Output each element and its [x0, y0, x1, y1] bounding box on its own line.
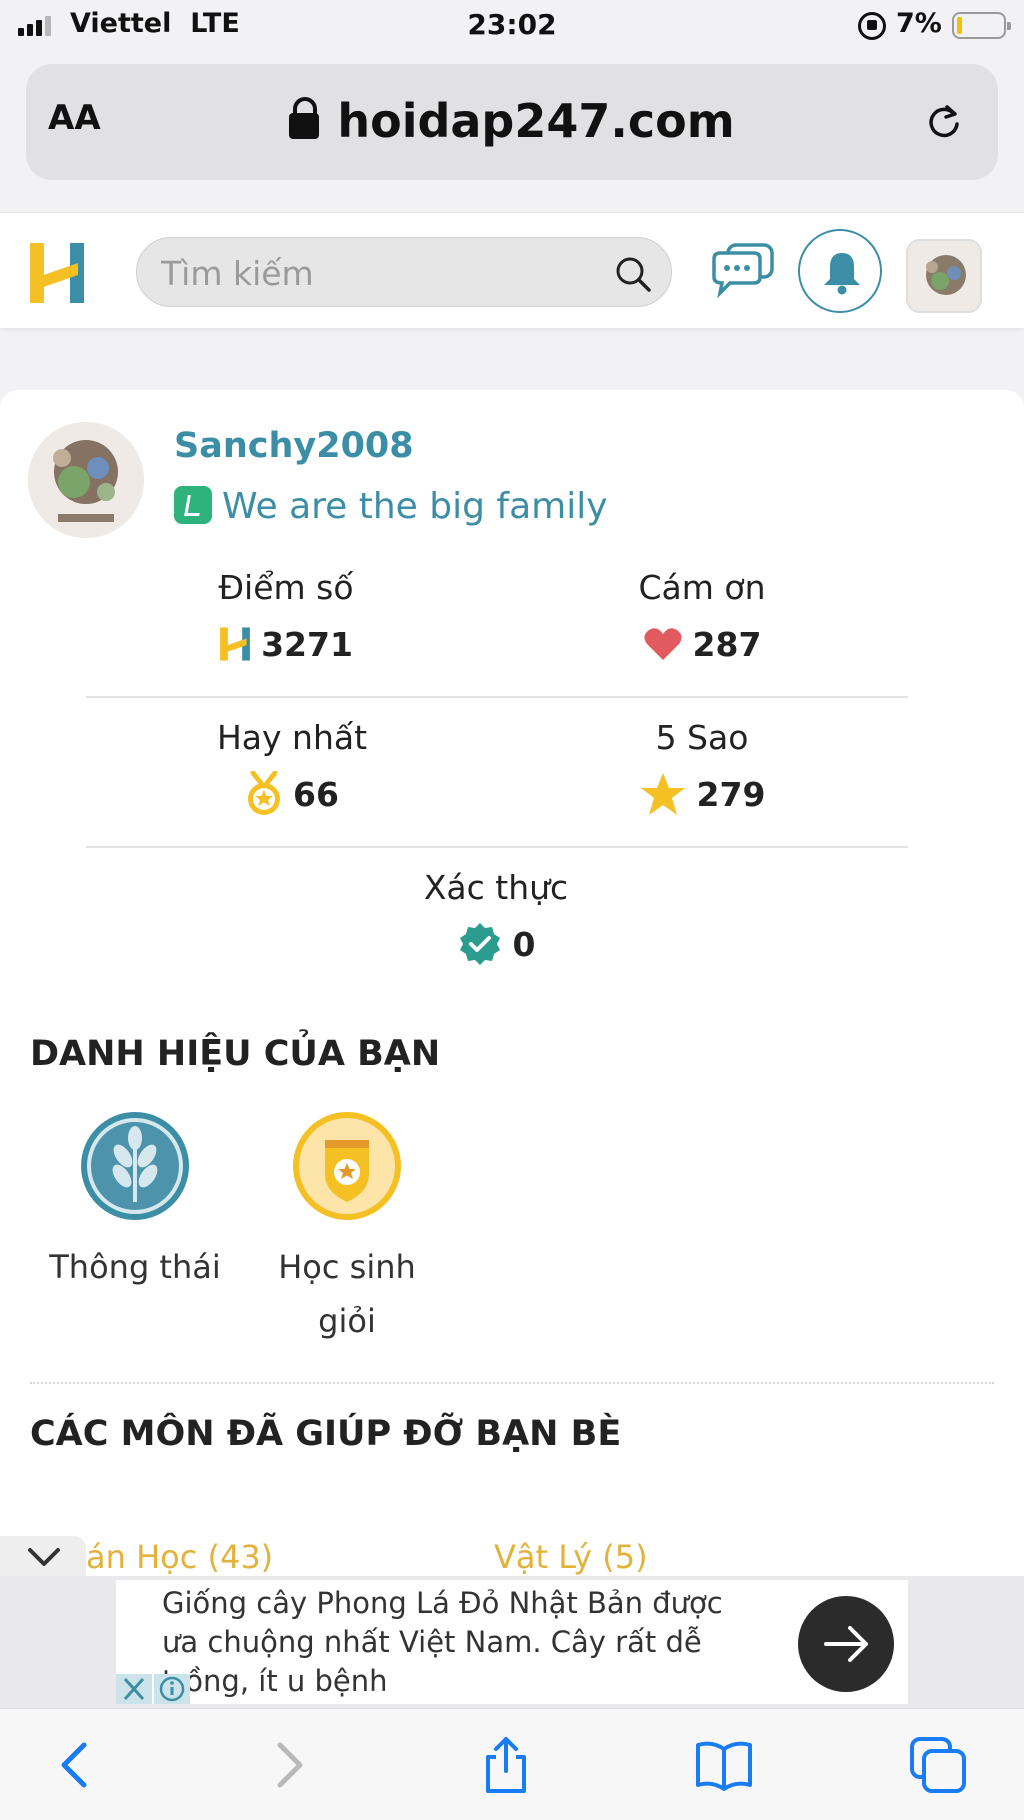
stat-xac-thuc: Xác thực 0	[316, 868, 676, 967]
section-divider	[30, 1382, 994, 1384]
stat-value: 287	[692, 624, 762, 664]
chat-icon[interactable]	[710, 239, 776, 299]
verified-icon	[459, 923, 500, 965]
team-badge-icon	[174, 486, 212, 524]
ad-info-button[interactable]	[154, 1674, 190, 1704]
search-icon[interactable]	[613, 254, 653, 294]
stat-label: Cám ơn	[638, 568, 766, 607]
team-name: We are the big family	[222, 486, 608, 527]
bookmarks-icon[interactable]	[694, 1735, 754, 1795]
tabs-icon[interactable]	[908, 1735, 968, 1795]
subject-vat-ly[interactable]: Vật Lý (5)	[494, 1538, 648, 1576]
browser-toolbar	[0, 1708, 1024, 1820]
stat-label: 5 Sao	[655, 718, 749, 757]
star-icon	[640, 773, 685, 815]
h-logo-icon	[220, 627, 250, 661]
heart-icon	[643, 628, 682, 660]
notification-button[interactable]	[798, 229, 882, 313]
stat-hay-nhat: Hay nhất 66	[112, 718, 472, 817]
ad-banner: Giống cây Phong Lá Đỏ Nhật Bản được ưa c…	[0, 1576, 1024, 1708]
team-link[interactable]: We are the big family	[174, 486, 608, 527]
battery-percent: 7%	[896, 8, 942, 39]
profile-username[interactable]: Sanchy2008	[174, 426, 414, 466]
domain-text: hoidap247.com	[337, 94, 735, 148]
ad-close-button[interactable]	[116, 1674, 152, 1704]
share-icon[interactable]	[476, 1735, 536, 1795]
badge-hoc-sinh-gioi[interactable]: Học sinh giỏi	[242, 1110, 452, 1348]
back-icon[interactable]	[46, 1735, 106, 1795]
profile-card: Sanchy2008 We are the big family Điểm số…	[0, 390, 1024, 1590]
stat-value: 3271	[261, 624, 353, 664]
medal-icon	[248, 771, 281, 815]
chevron-down-icon	[28, 1548, 60, 1566]
site-header	[0, 212, 1024, 328]
badge-label: Thông thái	[49, 1248, 221, 1286]
ad-arrow-button[interactable]	[798, 1596, 894, 1692]
arrow-right-icon	[824, 1626, 868, 1662]
stat-label: Xác thực	[423, 868, 569, 907]
hoidap247-logo-icon[interactable]	[28, 241, 86, 305]
lock-icon	[289, 97, 320, 139]
profile-avatar[interactable]	[28, 422, 144, 538]
shield-star-icon	[293, 1112, 401, 1220]
ios-status-bar: Viettel LTE 23:02 7%	[0, 0, 1024, 52]
info-icon	[159, 1676, 185, 1702]
user-avatar-button[interactable]	[906, 239, 982, 313]
ad-collapse-button[interactable]	[0, 1536, 86, 1576]
stat-label: Hay nhất	[216, 718, 368, 757]
titles-heading: DANH HIỆU CỦA BẠN	[30, 1034, 441, 1074]
badge-label: Học sinh giỏi	[278, 1248, 416, 1340]
ad-content[interactable]: Giống cây Phong Lá Đỏ Nhật Bản được ưa c…	[116, 1580, 908, 1704]
search-input[interactable]	[161, 248, 601, 298]
profile-avatar-image	[28, 422, 144, 538]
forward-icon[interactable]	[258, 1735, 318, 1795]
subject-toan-hoc[interactable]: án Học (43)	[86, 1538, 273, 1576]
stat-value: 279	[696, 774, 766, 814]
battery-icon	[952, 12, 1011, 39]
badge-thong-thai[interactable]: Thông thái	[30, 1110, 240, 1294]
subjects-heading: CÁC MÔN ĐÃ GIÚP ĐỠ BẠN BÈ	[30, 1414, 622, 1454]
stat-diem-so: Điểm số 3271	[106, 568, 466, 667]
stat-cam-on: Cám ơn 287	[522, 568, 882, 667]
avatar-image	[908, 241, 980, 311]
stat-label: Điểm số	[218, 568, 354, 607]
stat-value: 66	[293, 774, 339, 814]
stats-divider	[86, 846, 908, 848]
stat-value: 0	[512, 924, 536, 964]
bell-icon	[824, 253, 860, 295]
ad-text: Giống cây Phong Lá Đỏ Nhật Bản được ưa c…	[162, 1586, 723, 1698]
address-bar[interactable]: AA hoidap247.com	[26, 64, 998, 180]
stat-5-sao: 5 Sao 279	[522, 718, 882, 817]
search-box[interactable]	[136, 237, 672, 307]
url-display[interactable]: hoidap247.com	[26, 94, 998, 148]
reload-icon[interactable]	[924, 102, 964, 142]
wheat-icon	[81, 1112, 189, 1220]
stats-divider	[86, 696, 908, 698]
close-icon	[123, 1677, 145, 1701]
orientation-lock-icon	[858, 12, 886, 40]
